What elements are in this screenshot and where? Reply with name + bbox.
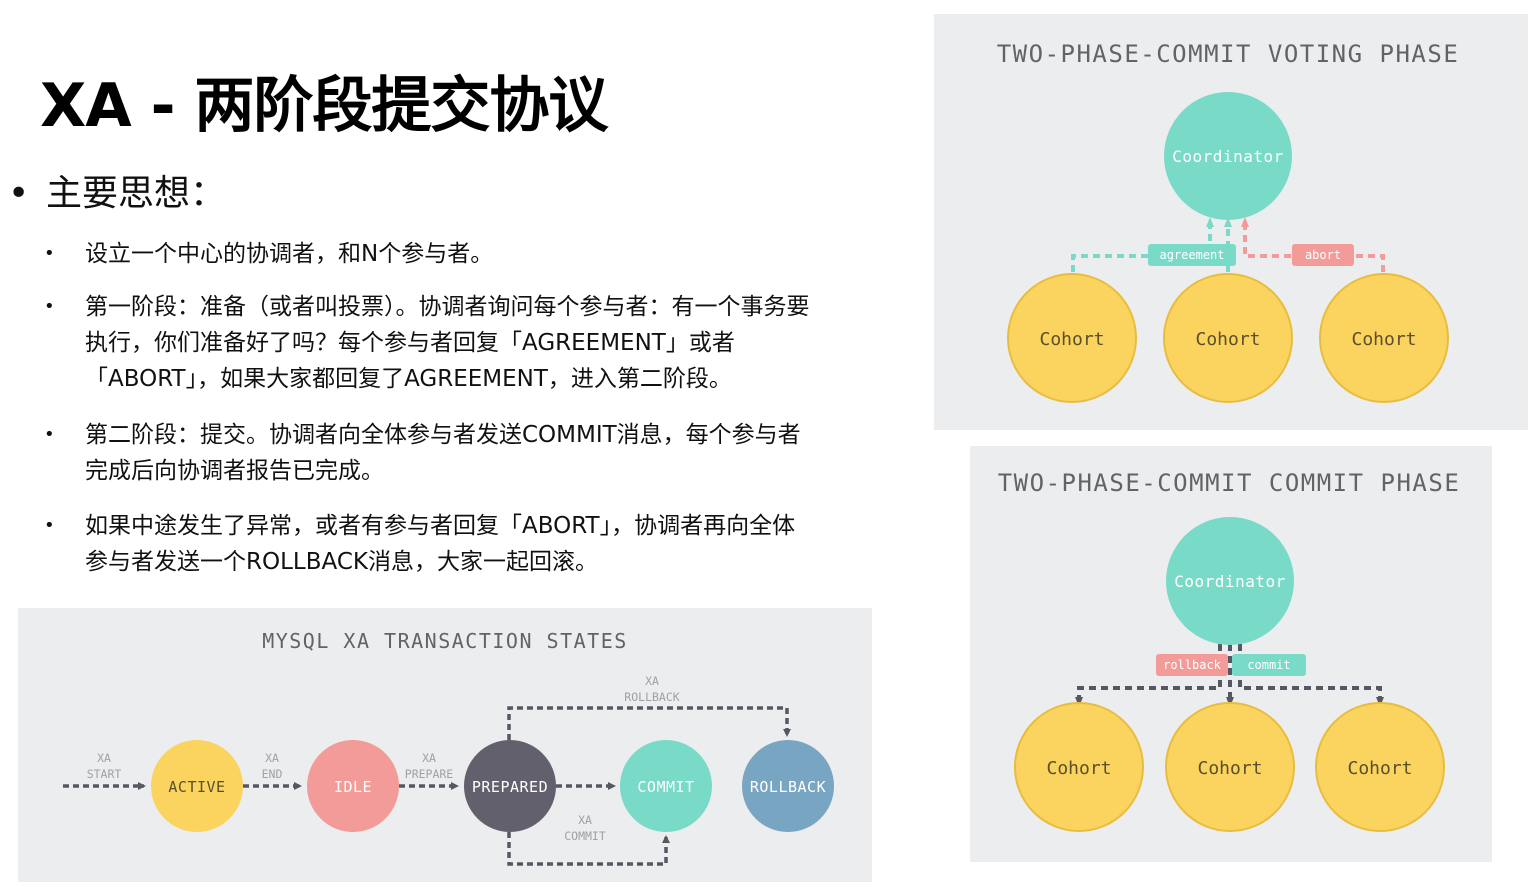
page-title: XA - 两阶段提交协议 bbox=[40, 71, 608, 141]
main-point-text: 主要思想： bbox=[46, 173, 227, 214]
edge-label-end: XA bbox=[265, 751, 279, 765]
edge-label-prepare: PREPARE bbox=[405, 767, 454, 781]
cohort-label: Cohort bbox=[1195, 329, 1260, 350]
sub-point-text: 设立一个中心的协调者，和N个参与者。 bbox=[85, 236, 895, 272]
voting-phase-panel: TWO-PHASE-COMMIT VOTING PHASE agreement … bbox=[934, 14, 1528, 430]
coordinator-label: Coordinator bbox=[1172, 147, 1283, 166]
sub-point-text: 如果中途发生了异常，或者有参与者回复「ABORT」，协调者再向全体 参与者发送一… bbox=[85, 508, 895, 580]
bullet-marker: • bbox=[44, 296, 55, 317]
sub-point-text: 第一阶段：准备（或者叫投票）。协调者询问每个参与者：有一个事务要 执行，你们准备… bbox=[85, 289, 895, 397]
state-rollback-label: ROLLBACK bbox=[750, 778, 826, 796]
bullet-marker: • bbox=[8, 173, 30, 214]
edge-label-commit: COMMIT bbox=[564, 829, 606, 843]
edge-label-end: END bbox=[262, 767, 283, 781]
cohort-label: Cohort bbox=[1197, 758, 1262, 779]
edge-label-prepare: XA bbox=[422, 751, 436, 765]
text-line: 参与者发送一个ROLLBACK消息，大家一起回滚。 bbox=[85, 549, 598, 575]
text-line: 「ABORT」，如果大家都回复了AGREEMENT，进入第二阶段。 bbox=[85, 366, 732, 392]
abort-label: abort bbox=[1305, 248, 1341, 262]
rollback-label: rollback bbox=[1163, 658, 1222, 672]
state-prepared-label: PREPARED bbox=[472, 778, 548, 796]
cohort-label: Cohort bbox=[1347, 758, 1412, 779]
text-line: 设立一个中心的协调者，和N个参与者。 bbox=[85, 241, 494, 267]
edge-label-start: XA bbox=[97, 751, 111, 765]
commit-label: commit bbox=[1247, 658, 1290, 672]
commit-phase-panel: TWO-PHASE-COMMIT COMMIT PHASE rollback c… bbox=[970, 446, 1492, 862]
mysql-states-diagram: MYSQL XA TRANSACTION STATES XA START XA … bbox=[63, 629, 834, 866]
bullet-marker: • bbox=[44, 243, 55, 264]
voting-phase-title: TWO-PHASE-COMMIT VOTING PHASE bbox=[997, 40, 1460, 68]
commit-phase-title: TWO-PHASE-COMMIT COMMIT PHASE bbox=[998, 469, 1461, 497]
text-line: 执行，你们准备好了吗？每个参与者回复「AGREEMENT」或者 bbox=[85, 330, 735, 356]
mysql-states-panel: MYSQL XA TRANSACTION STATES XA START XA … bbox=[18, 608, 872, 882]
mysql-states-title: MYSQL XA TRANSACTION STATES bbox=[262, 629, 628, 653]
edge-label-rollback: XA bbox=[645, 674, 659, 688]
text-line: 完成后向协调者报告已完成。 bbox=[85, 458, 384, 484]
edge-label-rollback: ROLLBACK bbox=[624, 690, 679, 704]
sub-point-text: 第二阶段：提交。协调者向全体参与者发送COMMIT消息，每个参与者 完成后向协调… bbox=[85, 417, 895, 489]
edge-label-commit: XA bbox=[578, 813, 592, 827]
state-active-label: ACTIVE bbox=[168, 778, 225, 796]
voting-phase-diagram: TWO-PHASE-COMMIT VOTING PHASE agreement … bbox=[997, 40, 1460, 403]
edge-label-start: START bbox=[87, 767, 122, 781]
agreement-label: agreement bbox=[1159, 248, 1224, 262]
cohort-label: Cohort bbox=[1046, 758, 1111, 779]
cohort-label: Cohort bbox=[1039, 329, 1104, 350]
text-line: 第一阶段：准备（或者叫投票）。协调者询问每个参与者：有一个事务要 bbox=[85, 294, 810, 320]
state-idle-label: IDLE bbox=[334, 778, 372, 796]
bullet-marker: • bbox=[44, 424, 55, 445]
text-line: 如果中途发生了异常，或者有参与者回复「ABORT」，协调者再向全体 bbox=[85, 513, 796, 539]
text-line: 第二阶段：提交。协调者向全体参与者发送COMMIT消息，每个参与者 bbox=[85, 422, 801, 448]
bullet-marker: • bbox=[44, 515, 55, 536]
state-commit-label: COMMIT bbox=[637, 778, 694, 796]
commit-phase-diagram: TWO-PHASE-COMMIT COMMIT PHASE rollback c… bbox=[998, 469, 1461, 832]
xa-rollback-arrow bbox=[507, 706, 791, 740]
cohort-label: Cohort bbox=[1351, 329, 1416, 350]
coordinator-label: Coordinator bbox=[1174, 572, 1285, 591]
